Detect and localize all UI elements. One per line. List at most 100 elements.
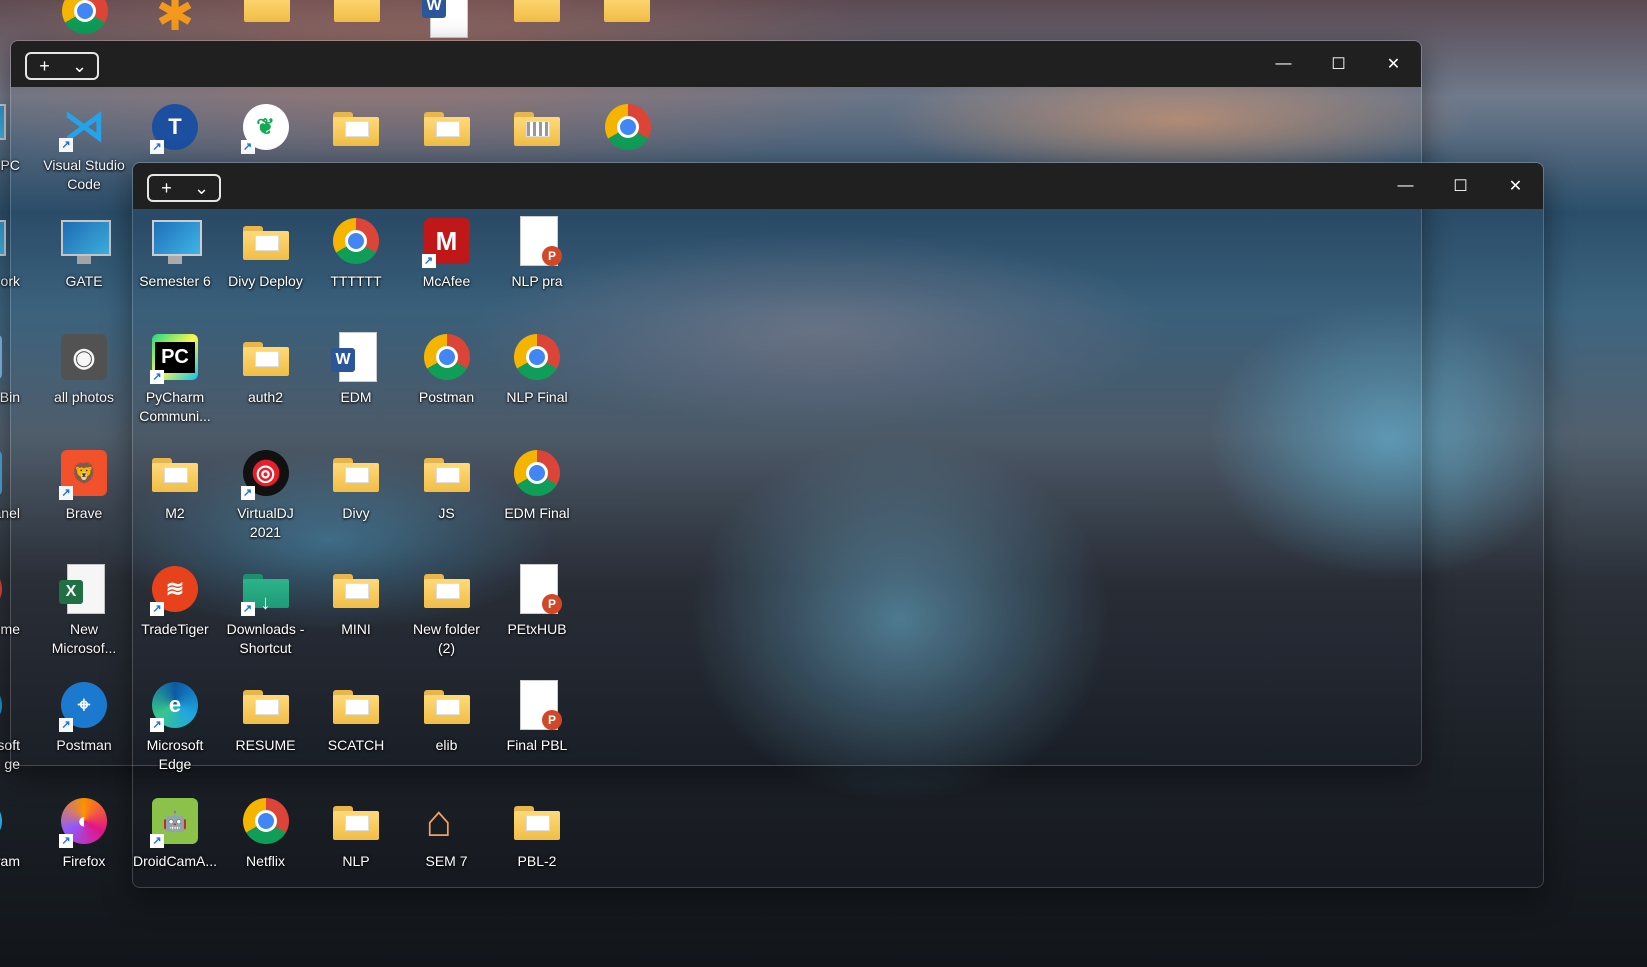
desktop-icon[interactable] <box>420 100 474 154</box>
close-button[interactable]: ✕ <box>1488 163 1543 209</box>
folder-icon[interactable] <box>240 0 294 32</box>
desktop-icon[interactable]: ≋ ↗ TradeTiger <box>130 562 220 639</box>
mcafee-icon: M ↗ <box>420 214 474 268</box>
folder-icon <box>239 678 293 732</box>
virtualdj-icon: ◎ ↗ <box>239 446 293 500</box>
desktop-icon[interactable]: SCATCH <box>311 678 401 755</box>
desktop-icon[interactable]: TTTTTT <box>311 214 401 291</box>
window-content <box>133 209 1543 887</box>
desktop-icon-label: DroidCamA... <box>132 853 218 869</box>
desktop-icon-label: Netflix <box>246 853 285 869</box>
folder-icon[interactable] <box>330 0 384 32</box>
minimize-button[interactable]: — <box>1378 163 1433 209</box>
desktop-icon-label: NLP pra <box>511 273 563 289</box>
desktop-icon-label: MINI <box>341 621 371 637</box>
desktop-icon-label: NLP Final <box>506 389 568 405</box>
chrome-icon <box>420 330 474 384</box>
desktop-icon[interactable]: M2 <box>130 446 220 523</box>
desktop-icon[interactable]: Netflix <box>221 794 311 871</box>
folder-icon <box>329 678 383 732</box>
folder-icon <box>420 678 474 732</box>
desktop-icon[interactable]: P PEtxHUB <box>492 562 582 639</box>
desktop-icon[interactable]: P NLP pra <box>492 214 582 291</box>
desktop-icon[interactable]: 🤖 ↗ DroidCamA... <box>130 794 220 871</box>
desktop-icon[interactable]: RESUME <box>221 678 311 755</box>
chevron-down-icon[interactable]: ⌄ <box>184 176 219 200</box>
tab-controls: + ⌄ <box>147 174 221 202</box>
powerpoint-folder-icon[interactable] <box>600 0 654 32</box>
desktop-icon[interactable]: ⌂ SEM 7 <box>402 794 492 871</box>
powerpoint-icon: P <box>510 562 564 616</box>
asterisk-app-icon[interactable]: ✱ <box>148 0 202 37</box>
maximize-button[interactable]: ☐ <box>1311 41 1366 87</box>
chrome-icon[interactable] <box>58 0 112 38</box>
powerpoint-icon: P <box>510 214 564 268</box>
desktop-icon-label: ram <box>0 853 20 869</box>
desktop-icon[interactable]: ◎ ↗ VirtualDJ 2021 <box>221 446 311 542</box>
desktop-icon[interactable]: ✈ ram <box>0 794 20 871</box>
new-tab-button[interactable]: + <box>149 176 184 200</box>
folder-icon <box>329 562 383 616</box>
maximize-button[interactable]: ☐ <box>1433 163 1488 209</box>
desktop-icon[interactable]: e ↗ Microsoft Edge <box>130 678 220 774</box>
desktop-icon-label: Semester 6 <box>139 273 211 289</box>
folder-icon <box>329 446 383 500</box>
ts-icon: T ↗ <box>148 100 202 154</box>
minimize-button[interactable]: — <box>1256 41 1311 87</box>
desktop-icon[interactable] <box>601 100 655 154</box>
folder-icon <box>148 446 202 500</box>
new-tab-button[interactable]: + <box>27 54 62 78</box>
desktop-icon[interactable]: ◐ ↗ Firefox <box>39 794 129 871</box>
folder-icon <box>329 100 383 154</box>
desktop-icon-label: Microsoft Edge <box>146 737 204 772</box>
desktop-icon[interactable]: Divy Deploy <box>221 214 311 291</box>
zip-folder-icon <box>510 100 564 154</box>
folder-icon <box>420 100 474 154</box>
firefox-icon: ◐ ↗ <box>57 794 111 848</box>
desktop-icon[interactable]: ❦ ↗ <box>239 100 293 154</box>
title-bar[interactable]: + ⌄ — ☐ ✕ <box>133 163 1543 209</box>
desktop-icon[interactable]: M ↗ McAfee <box>402 214 492 291</box>
desktop-icon[interactable]: Divy <box>311 446 401 523</box>
desktop-icon[interactable]: auth2 <box>221 330 311 407</box>
desktop-icon[interactable]: NLP <box>311 794 401 871</box>
folder-icon <box>420 446 474 500</box>
desktop-icon[interactable]: NLP Final <box>492 330 582 407</box>
word-icon[interactable]: W <box>420 0 474 38</box>
chevron-down-icon[interactable]: ⌄ <box>62 54 97 78</box>
desktop-icon-label: Postman <box>418 389 475 405</box>
desktop-icon-label: TTTTTT <box>330 273 382 289</box>
desktop-icon[interactable]: EDM Final <box>492 446 582 523</box>
folder-icon[interactable] <box>510 0 564 32</box>
desktop-icon-label: Divy Deploy <box>228 273 303 289</box>
desktop-icon[interactable]: W EDM <box>311 330 401 407</box>
desktop-icon[interactable]: MINI <box>311 562 401 639</box>
desktop-icon[interactable]: PC ↗ PyCharm Communi... <box>130 330 220 426</box>
home-icon: ⌂ <box>425 797 453 846</box>
desktop-icon-label: EDM <box>340 389 372 405</box>
chrome-icon <box>510 446 564 500</box>
desktop-icon-label: PyCharm Communi... <box>139 389 211 424</box>
desktop-icon[interactable]: PBL-2 <box>492 794 582 871</box>
title-bar[interactable]: + ⌄ — ☐ ✕ <box>11 41 1421 87</box>
chrome-icon <box>601 100 655 154</box>
desktop-icon[interactable]: P Final PBL <box>492 678 582 755</box>
desktop-icon[interactable]: Postman <box>402 330 492 407</box>
desktop-icon[interactable]: elib <box>402 678 492 755</box>
desktop-icon[interactable]: ↓ ↗ Downloads - Shortcut <box>221 562 311 658</box>
desktop-icon[interactable]: Semester 6 <box>130 214 220 291</box>
downloads-folder-icon: ↓ ↗ <box>239 562 293 616</box>
desktop-icon-label: JS <box>438 505 455 521</box>
monitor-icon <box>148 214 202 268</box>
desktop-icon[interactable]: New folder (2) <box>402 562 492 658</box>
desktop-icon[interactable]: T ↗ <box>148 100 202 154</box>
desktop-icon-label: M2 <box>165 505 185 521</box>
monitor-icon <box>0 98 6 152</box>
desktop-icon[interactable] <box>329 100 383 154</box>
desktop-icon[interactable]: JS <box>402 446 492 523</box>
desktop-icon-label: elib <box>435 737 458 753</box>
folder-icon <box>239 214 293 268</box>
close-button[interactable]: ✕ <box>1366 41 1421 87</box>
monitor-icon <box>0 214 6 268</box>
desktop-icon[interactable] <box>510 100 564 154</box>
